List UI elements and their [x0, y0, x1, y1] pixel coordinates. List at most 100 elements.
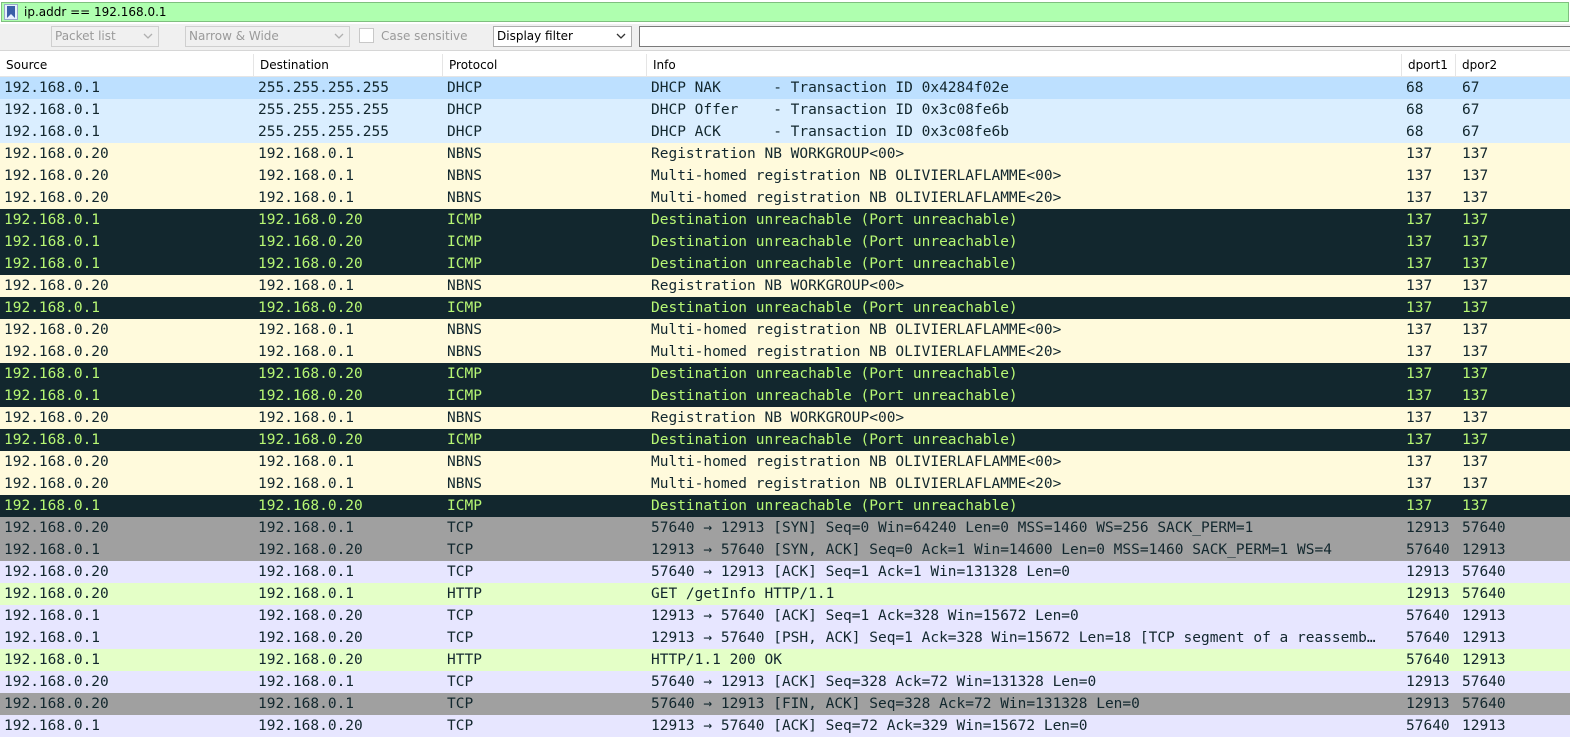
- dpor2-cell: 137: [1462, 300, 1489, 316]
- info-cell: 57640 → 12913 [ACK] Seq=1 Ack=1 Win=1313…: [651, 564, 1071, 580]
- packet-row[interactable]: 192.168.0.1 192.168.0.20 ICMP Destination u…: [0, 231, 1570, 253]
- packet-row[interactable]: 192.168.0.1 192.168.0.20 TCP 12913 → 57640 …: [0, 715, 1570, 737]
- search-type-select[interactable]: Display filter: [493, 26, 632, 47]
- destination-cell: 192.168.0.20: [258, 542, 363, 558]
- search-in-select[interactable]: Packet list: [51, 26, 159, 47]
- packet-row[interactable]: 192.168.0.20 192.168.0.1 NBNS Multi-homed r…: [0, 319, 1570, 341]
- source-cell: 192.168.0.1: [4, 542, 101, 558]
- dpor2-cell: 137: [1462, 168, 1489, 184]
- source-cell: 192.168.0.1: [4, 102, 101, 118]
- packet-row[interactable]: 192.168.0.20 192.168.0.1 NBNS Multi-homed r…: [0, 187, 1570, 209]
- search-in-value: Packet list: [55, 29, 116, 43]
- destination-cell: 192.168.0.1: [258, 586, 355, 602]
- display-filter-input[interactable]: ip.addr == 192.168.0.1: [1, 2, 1569, 22]
- display-filter-text: ip.addr == 192.168.0.1: [24, 5, 167, 19]
- dport1-cell: 137: [1406, 410, 1433, 426]
- dport1-cell: 137: [1406, 256, 1433, 272]
- packet-row[interactable]: 192.168.0.20 192.168.0.1 NBNS Multi-homed r…: [0, 165, 1570, 187]
- protocol-cell: TCP: [447, 630, 474, 646]
- source-cell: 192.168.0.1: [4, 256, 101, 272]
- info-cell: Registration NB WORKGROUP<00>: [651, 146, 905, 162]
- case-sensitive-checkbox[interactable]: [359, 28, 374, 43]
- packet-row[interactable]: 192.168.0.20 192.168.0.1 NBNS Registration …: [0, 143, 1570, 165]
- destination-cell: 192.168.0.20: [258, 652, 363, 668]
- column-header-protocol[interactable]: Protocol: [443, 54, 647, 76]
- destination-cell: 192.168.0.1: [258, 190, 355, 206]
- protocol-cell: NBNS: [447, 344, 482, 360]
- packet-row[interactable]: 192.168.0.20 192.168.0.1 TCP 57640 → 12913 …: [0, 671, 1570, 693]
- packet-row[interactable]: 192.168.0.1 192.168.0.20 ICMP Destination u…: [0, 385, 1570, 407]
- column-header-dport1[interactable]: dport1: [1402, 54, 1456, 76]
- dport1-cell: 137: [1406, 146, 1433, 162]
- column-header-info[interactable]: Info: [647, 54, 1402, 76]
- packet-row[interactable]: 192.168.0.1 192.168.0.20 ICMP Destination u…: [0, 209, 1570, 231]
- packet-row[interactable]: 192.168.0.20 192.168.0.1 TCP 57640 → 12913 …: [0, 693, 1570, 715]
- info-cell: Destination unreachable (Port unreachabl…: [651, 498, 1018, 514]
- packet-row[interactable]: 192.168.0.1 192.168.0.20 TCP 12913 → 57640 …: [0, 539, 1570, 561]
- packet-row[interactable]: 192.168.0.20 192.168.0.1 TCP 57640 → 12913 …: [0, 517, 1570, 539]
- protocol-cell: TCP: [447, 608, 474, 624]
- dport1-cell: 12913: [1406, 586, 1450, 602]
- column-header-dpor2[interactable]: dpor2: [1456, 54, 1570, 76]
- protocol-cell: DHCP: [447, 102, 482, 118]
- bookmark-icon[interactable]: [4, 4, 18, 20]
- dpor2-cell: 137: [1462, 344, 1489, 360]
- packet-row[interactable]: 192.168.0.1 192.168.0.20 ICMP Destination u…: [0, 495, 1570, 517]
- source-cell: 192.168.0.20: [4, 146, 109, 162]
- packet-row[interactable]: 192.168.0.20 192.168.0.1 NBNS Multi-homed r…: [0, 341, 1570, 363]
- protocol-cell: TCP: [447, 696, 474, 712]
- protocol-cell: NBNS: [447, 146, 482, 162]
- protocol-cell: NBNS: [447, 476, 482, 492]
- protocol-cell: ICMP: [447, 256, 482, 272]
- protocol-cell: DHCP: [447, 124, 482, 140]
- source-cell: 192.168.0.1: [4, 234, 101, 250]
- packet-row[interactable]: 192.168.0.20 192.168.0.1 TCP 57640 → 12913 …: [0, 561, 1570, 583]
- column-header-source[interactable]: Source: [0, 54, 254, 76]
- packet-row[interactable]: 192.168.0.20 192.168.0.1 NBNS Multi-homed r…: [0, 451, 1570, 473]
- packet-row[interactable]: 192.168.0.1 192.168.0.20 ICMP Destination u…: [0, 253, 1570, 275]
- packet-row[interactable]: 192.168.0.1 192.168.0.20 ICMP Destination u…: [0, 429, 1570, 451]
- dpor2-cell: 137: [1462, 234, 1489, 250]
- protocol-cell: DHCP: [447, 80, 482, 96]
- packet-row[interactable]: 192.168.0.20 192.168.0.1 HTTP GET /getInfo …: [0, 583, 1570, 605]
- source-cell: 192.168.0.20: [4, 168, 109, 184]
- destination-cell: 192.168.0.20: [258, 608, 363, 624]
- dport1-cell: 137: [1406, 168, 1433, 184]
- packet-row[interactable]: 192.168.0.1 192.168.0.20 ICMP Destination u…: [0, 363, 1570, 385]
- info-cell: Multi-homed registration NB OLIVIERLAFLA…: [651, 476, 1062, 492]
- packet-row[interactable]: 192.168.0.20 192.168.0.1 NBNS Registration …: [0, 407, 1570, 429]
- character-width-select[interactable]: Narrow & Wide: [185, 26, 350, 47]
- info-cell: Multi-homed registration NB OLIVIERLAFLA…: [651, 168, 1062, 184]
- packet-row[interactable]: 192.168.0.1 192.168.0.20 TCP 12913 → 57640 …: [0, 605, 1570, 627]
- dpor2-cell: 12913: [1462, 630, 1506, 646]
- dpor2-cell: 67: [1462, 102, 1480, 118]
- packet-row[interactable]: 192.168.0.1 192.168.0.20 HTTP HTTP/1.1 200 …: [0, 649, 1570, 671]
- packet-row[interactable]: 192.168.0.1 192.168.0.20 TCP 12913 → 57640 …: [0, 627, 1570, 649]
- destination-cell: 192.168.0.20: [258, 388, 363, 404]
- dpor2-cell: 137: [1462, 476, 1489, 492]
- packet-row[interactable]: 192.168.0.20 192.168.0.1 NBNS Multi-homed r…: [0, 473, 1570, 495]
- source-cell: 192.168.0.20: [4, 322, 109, 338]
- dport1-cell: 137: [1406, 278, 1433, 294]
- protocol-cell: TCP: [447, 674, 474, 690]
- info-cell: GET /getInfo HTTP/1.1: [651, 586, 835, 602]
- packet-row[interactable]: 192.168.0.1 255.255.255.255 DHCP DHCP NAK -…: [0, 77, 1570, 99]
- dpor2-cell: 67: [1462, 124, 1480, 140]
- packet-row[interactable]: 192.168.0.1 192.168.0.20 ICMP Destination u…: [0, 297, 1570, 319]
- packet-row[interactable]: 192.168.0.20 192.168.0.1 NBNS Registration …: [0, 275, 1570, 297]
- info-cell: 12913 → 57640 [ACK] Seq=1 Ack=328 Win=15…: [651, 608, 1079, 624]
- dport1-cell: 137: [1406, 454, 1433, 470]
- protocol-cell: NBNS: [447, 322, 482, 338]
- destination-cell: 255.255.255.255: [258, 80, 389, 96]
- protocol-cell: HTTP: [447, 586, 482, 602]
- protocol-cell: NBNS: [447, 278, 482, 294]
- protocol-cell: ICMP: [447, 212, 482, 228]
- column-header-destination[interactable]: Destination: [254, 54, 443, 76]
- find-search-input[interactable]: [639, 26, 1570, 47]
- source-cell: 192.168.0.20: [4, 344, 109, 360]
- packet-row[interactable]: 192.168.0.1 255.255.255.255 DHCP DHCP ACK -…: [0, 121, 1570, 143]
- packet-row[interactable]: 192.168.0.1 255.255.255.255 DHCP DHCP Offer…: [0, 99, 1570, 121]
- info-cell: Destination unreachable (Port unreachabl…: [651, 212, 1018, 228]
- dport1-cell: 137: [1406, 300, 1433, 316]
- source-cell: 192.168.0.1: [4, 630, 101, 646]
